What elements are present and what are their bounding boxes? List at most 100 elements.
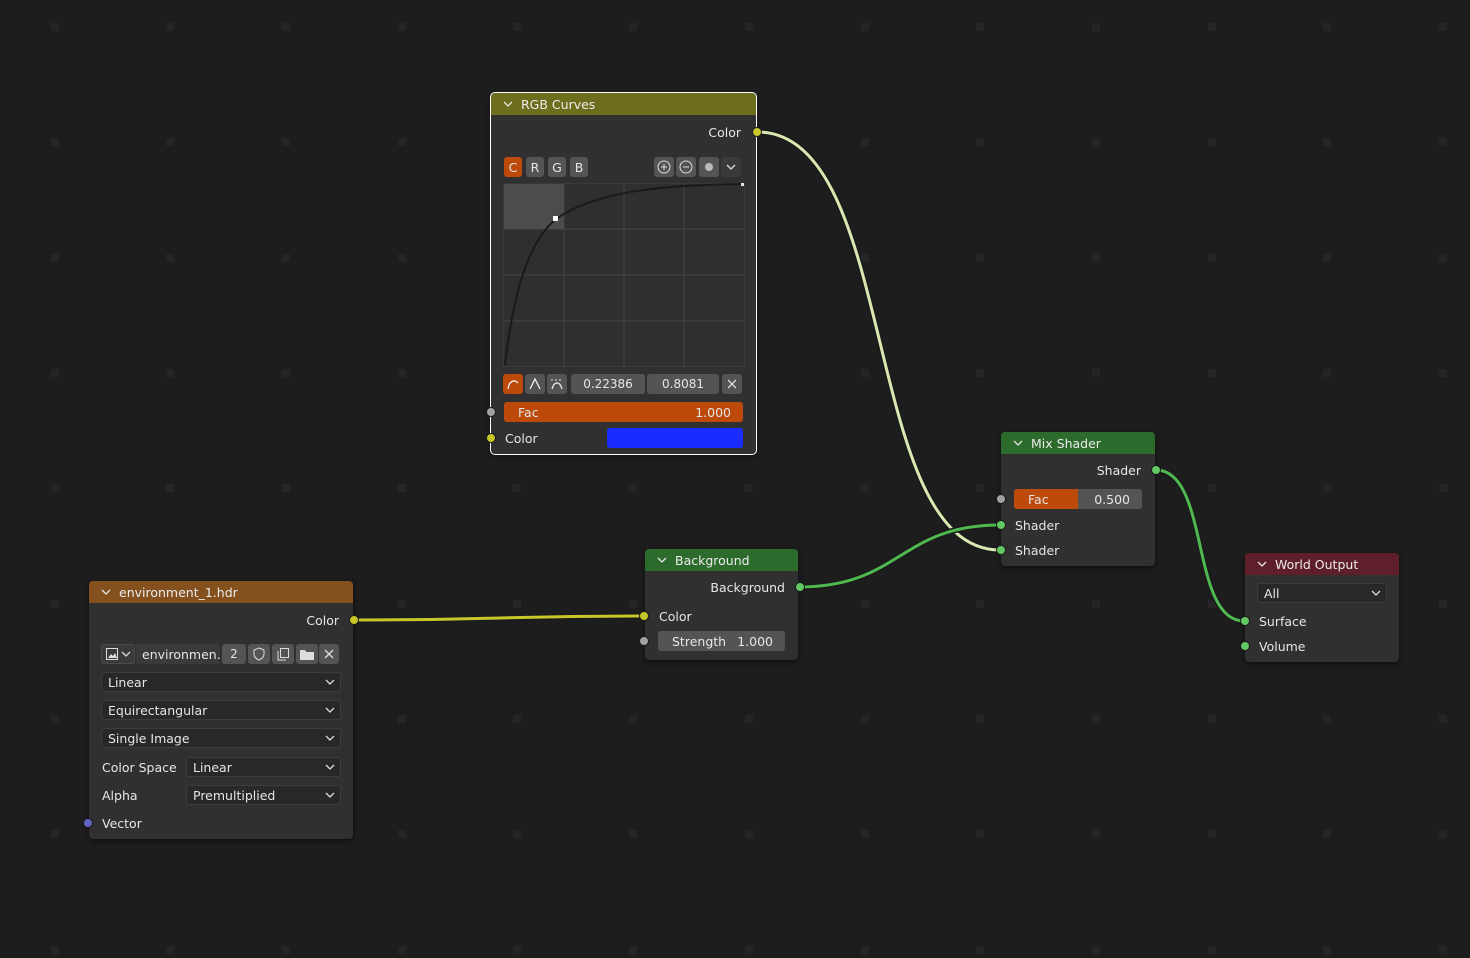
grid-dot: [1323, 23, 1331, 31]
background-strength-socket[interactable]: [639, 636, 649, 646]
world-output-surface-socket[interactable]: [1240, 616, 1250, 626]
duplicate-image-button[interactable]: [272, 644, 294, 664]
channel-g-button[interactable]: G: [548, 157, 566, 177]
color-space-dropdown[interactable]: Linear: [186, 757, 341, 777]
channel-r-button[interactable]: R: [526, 157, 544, 177]
point-y-field[interactable]: 0.8081: [647, 374, 719, 394]
grid-dot: [1323, 369, 1331, 377]
rgb-curves-fac-socket[interactable]: [486, 407, 496, 417]
grid-dot: [1208, 946, 1216, 954]
collapse-chevron-icon[interactable]: [503, 100, 517, 108]
strength-field[interactable]: Strength 1.000: [658, 631, 785, 651]
extrapolate-button[interactable]: [547, 374, 567, 394]
grid-dot: [1092, 600, 1100, 608]
grid-dot: [1323, 830, 1331, 838]
grid-dot: [398, 830, 406, 838]
shader2-label: Shader: [1015, 542, 1060, 558]
background-node[interactable]: Background Background Color Strength 1.0…: [645, 549, 798, 660]
rgb-curves-header[interactable]: RGB Curves: [491, 93, 756, 115]
curve-point[interactable]: [553, 216, 558, 221]
collapse-chevron-icon[interactable]: [1013, 439, 1027, 447]
rgb-curves-color-input-socket[interactable]: [486, 433, 496, 443]
grid-dot: [1323, 138, 1331, 146]
shader1-label: Shader: [1015, 517, 1060, 533]
rgb-curves-color-output-socket[interactable]: [752, 127, 762, 137]
point-x-field[interactable]: 0.22386: [571, 374, 645, 394]
chevron-down-icon: [121, 651, 131, 657]
target-value: All: [1264, 585, 1280, 601]
strength-value: 1.000: [737, 633, 773, 649]
grid-dot: [166, 369, 174, 377]
grid-dot: [1439, 484, 1447, 492]
grid-dot: [1439, 715, 1447, 723]
interpolation-dropdown[interactable]: Linear: [101, 672, 341, 692]
curve-smooth-icon: [507, 380, 519, 390]
source-dropdown[interactable]: Single Image: [101, 728, 341, 748]
channel-b-button[interactable]: B: [570, 157, 588, 177]
grid-dot: [513, 946, 521, 954]
input-color-swatch[interactable]: [607, 428, 743, 448]
delete-point-button[interactable]: [722, 374, 742, 394]
environment-texture-header[interactable]: environment_1.hdr: [89, 581, 353, 603]
mix-shader-header[interactable]: Mix Shader: [1001, 432, 1155, 454]
environment-texture-node[interactable]: environment_1.hdr Color environmen... 2 …: [89, 581, 353, 839]
rgb-curves-node[interactable]: RGB Curves Color C R G B 0.22386 0.8081 …: [490, 92, 757, 455]
open-image-button[interactable]: [296, 644, 318, 664]
grid-dot: [398, 715, 406, 723]
environment-vector-socket[interactable]: [83, 818, 93, 828]
zoom-in-button[interactable]: [654, 157, 674, 177]
image-users-count[interactable]: 2: [222, 644, 246, 664]
grid-dot: [745, 830, 753, 838]
chevron-down-icon: [325, 707, 335, 713]
target-dropdown[interactable]: All: [1257, 583, 1387, 603]
collapse-chevron-icon[interactable]: [101, 588, 115, 596]
unlink-image-button[interactable]: [319, 644, 339, 664]
background-header[interactable]: Background: [645, 549, 798, 571]
curve-extrapolate-icon: [551, 379, 563, 390]
grid-dot: [1323, 254, 1331, 262]
grid-dot: [629, 946, 637, 954]
world-output-header[interactable]: World Output: [1245, 553, 1399, 575]
alpha-dropdown[interactable]: Premultiplied: [186, 785, 341, 805]
collapse-chevron-icon[interactable]: [657, 556, 671, 564]
world-output-node[interactable]: World Output All Surface Volume: [1245, 553, 1399, 662]
mix-shader-node[interactable]: Mix Shader Shader Fac 0.500 Shader Shade…: [1001, 432, 1155, 566]
chevron-down-icon: [325, 792, 335, 798]
grid-dot: [976, 830, 984, 838]
fac-slider[interactable]: Fac 1.000: [504, 402, 743, 422]
image-browse-button[interactable]: [101, 644, 135, 664]
grid-dot: [51, 138, 59, 146]
projection-dropdown[interactable]: Equirectangular: [101, 700, 341, 720]
grid-dot: [629, 484, 637, 492]
smooth-handle-button[interactable]: [503, 374, 523, 394]
grid-dot: [1092, 830, 1100, 838]
mix-shader-output-socket[interactable]: [1151, 465, 1161, 475]
vector-handle-button[interactable]: [525, 374, 545, 394]
fac-slider[interactable]: Fac 0.500: [1014, 489, 1142, 509]
world-output-volume-socket[interactable]: [1240, 641, 1250, 651]
zoom-out-button[interactable]: [676, 157, 696, 177]
mix-shader-input1-socket[interactable]: [996, 520, 1006, 530]
fac-value: 1.000: [695, 404, 731, 420]
image-name-field[interactable]: environmen...: [136, 644, 229, 664]
grid-dot: [1323, 484, 1331, 492]
background-color-socket[interactable]: [639, 611, 649, 621]
grid-dot: [282, 946, 290, 954]
curve-editor[interactable]: [503, 183, 745, 367]
curve-options-dropdown[interactable]: [721, 157, 741, 177]
grid-dot: [51, 254, 59, 262]
fake-user-button[interactable]: [248, 644, 270, 664]
background-output-socket[interactable]: [795, 582, 805, 592]
mix-shader-input2-socket[interactable]: [996, 545, 1006, 555]
grid-dot: [398, 23, 406, 31]
grid-dot: [282, 369, 290, 377]
collapse-chevron-icon[interactable]: [1257, 560, 1271, 568]
environment-color-output-socket[interactable]: [349, 615, 359, 625]
color-space-label: Color Space: [102, 759, 177, 775]
chevron-down-icon: [325, 735, 335, 741]
channel-c-button[interactable]: C: [504, 157, 522, 177]
grid-dot: [861, 715, 869, 723]
mix-shader-fac-socket[interactable]: [996, 494, 1006, 504]
grid-dot: [1092, 254, 1100, 262]
clip-button[interactable]: [699, 157, 719, 177]
